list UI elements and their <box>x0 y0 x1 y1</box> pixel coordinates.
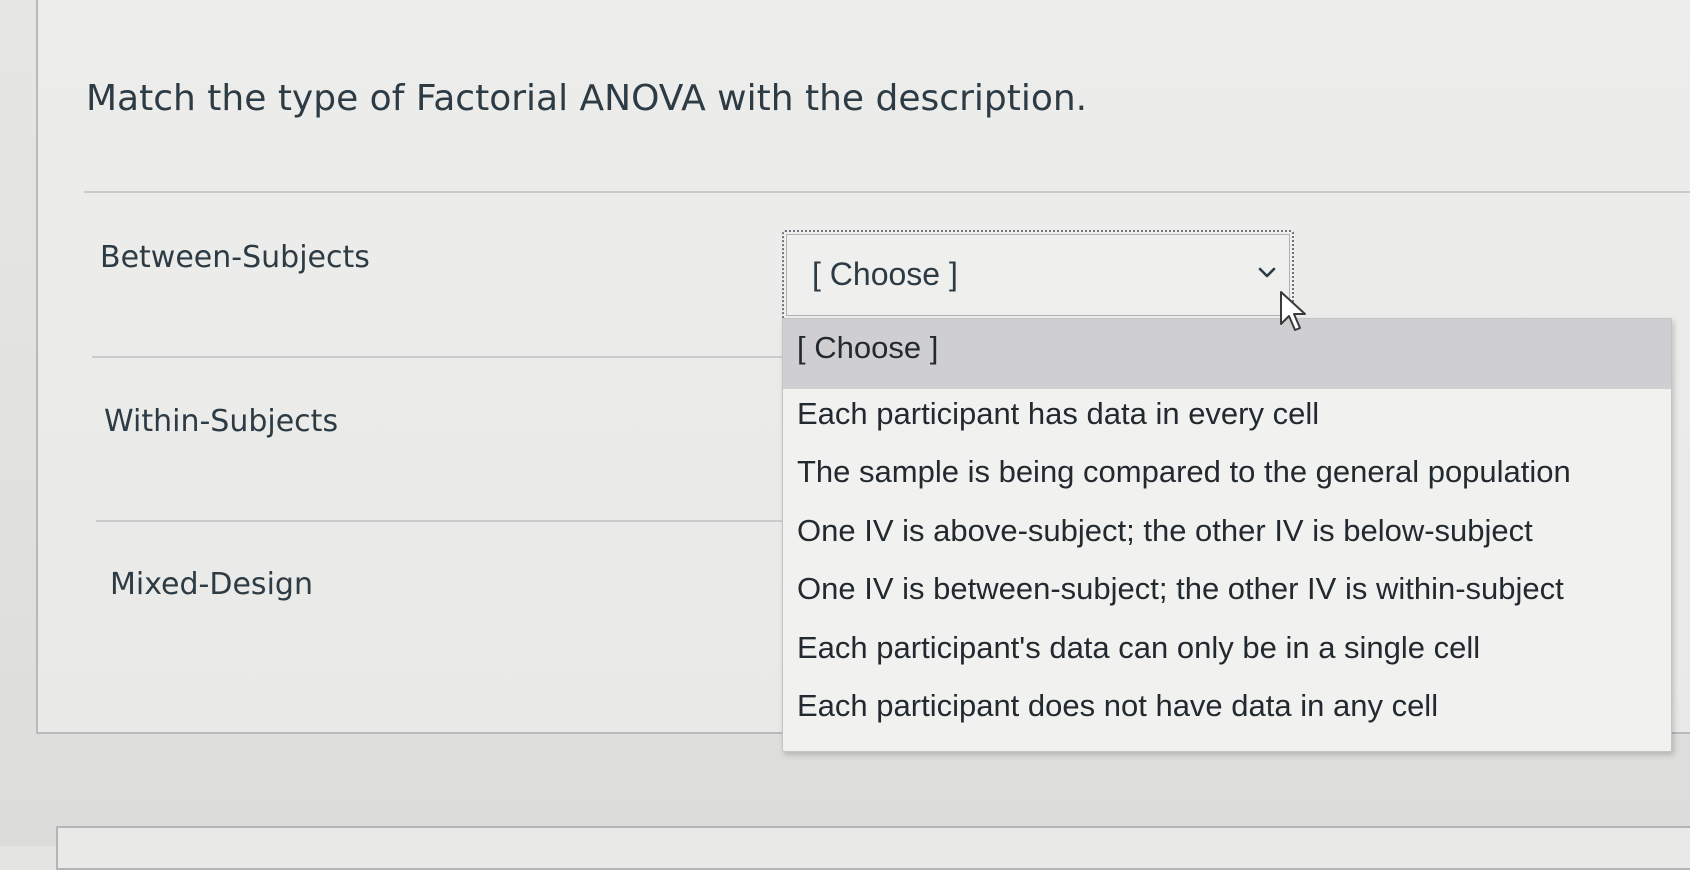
dropdown-option[interactable]: Each participant does not have data in a… <box>783 677 1671 735</box>
prompt-label-within-subjects: Within-Subjects <box>104 404 339 439</box>
answer-select-between-subjects[interactable]: [ Choose ] <box>782 230 1294 320</box>
question-divider <box>84 191 1690 193</box>
prompt-label-between-subjects: Between-Subjects <box>100 240 370 275</box>
row-divider <box>92 356 792 358</box>
dropdown-option[interactable]: One IV is above-subject; the other IV is… <box>783 502 1671 560</box>
dropdown-option[interactable]: The sample is being compared to the gene… <box>783 443 1671 501</box>
row-divider <box>96 520 796 522</box>
dropdown-option[interactable]: Each participant's data can only be in a… <box>783 619 1671 677</box>
select-value: [ Choose ] <box>812 256 958 292</box>
dropdown-option-choose[interactable]: [ Choose ] <box>783 319 1671 389</box>
prompt-label-mixed-design: Mixed-Design <box>110 567 313 602</box>
next-question-card <box>56 826 1690 870</box>
question-text: Match the type of Factorial ANOVA with t… <box>86 78 1088 119</box>
dropdown-option[interactable]: Each participant has data in every cell <box>783 385 1671 443</box>
mouse-pointer-icon <box>1280 291 1306 331</box>
chevron-down-icon <box>1258 267 1276 278</box>
dropdown-option[interactable]: One IV is between-subject; the other IV … <box>783 560 1671 618</box>
dropdown-options-list[interactable]: [ Choose ] Each participant has data in … <box>782 318 1672 752</box>
